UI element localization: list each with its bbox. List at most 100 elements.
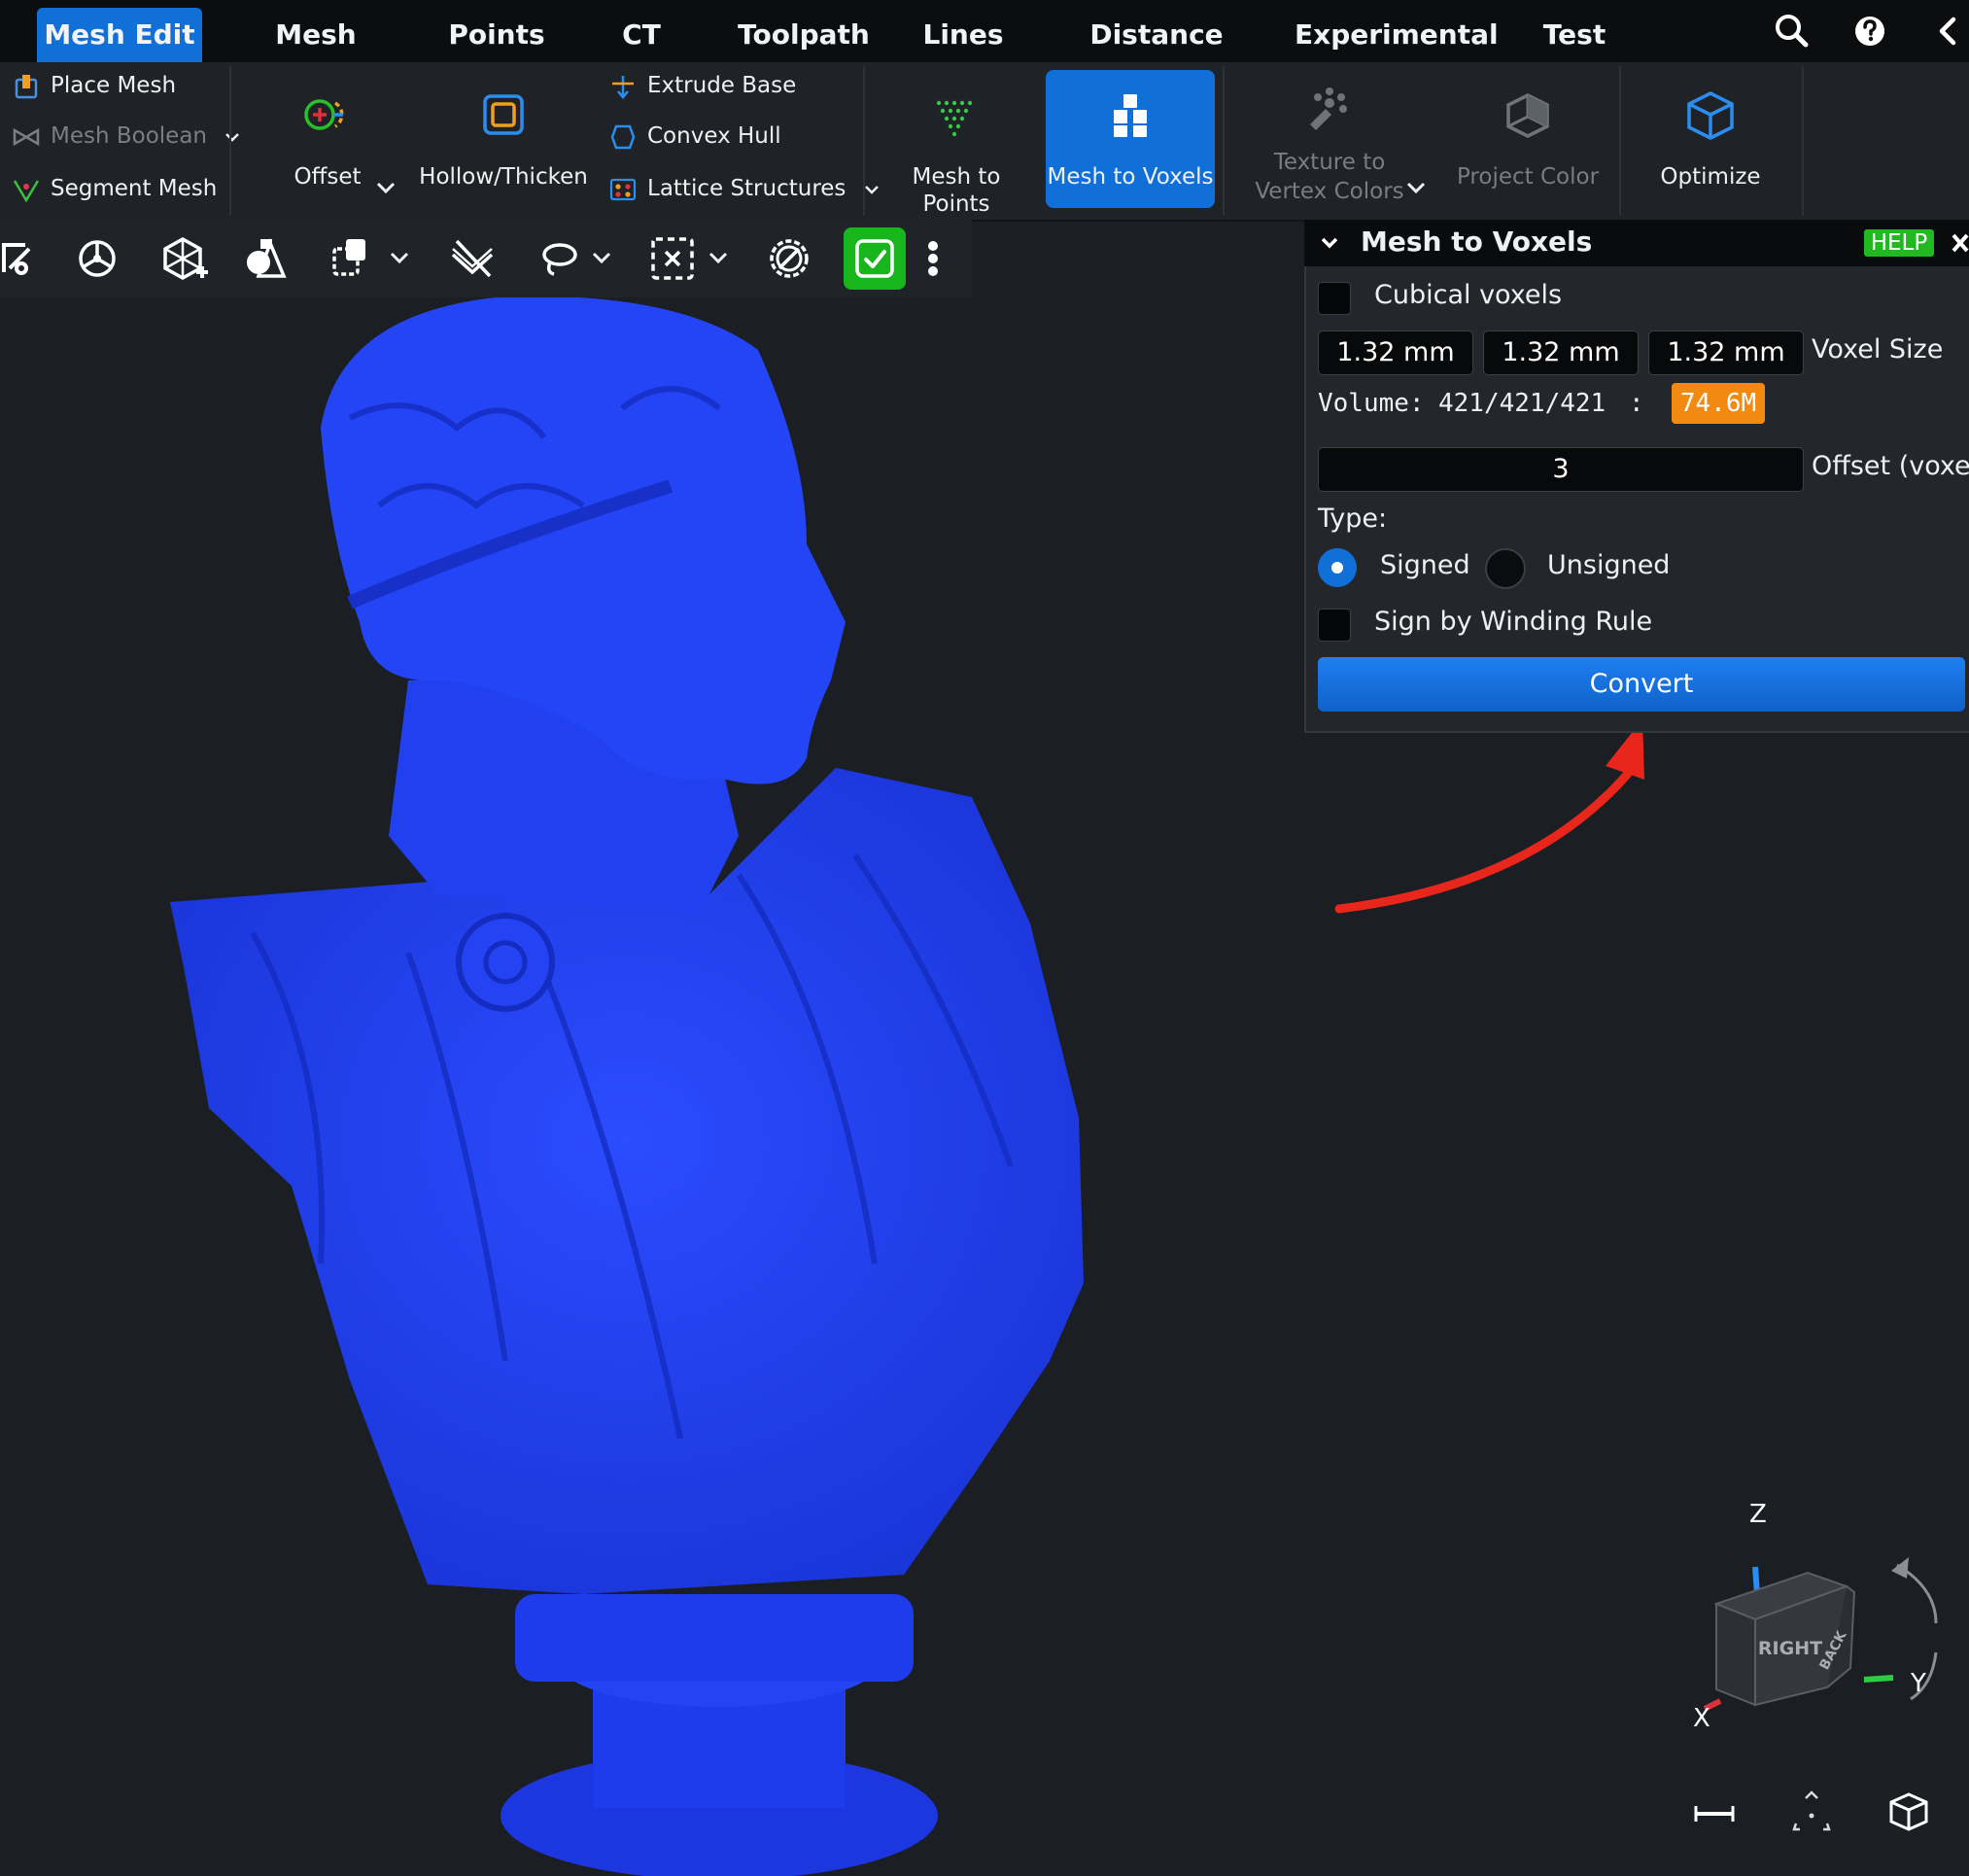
sign-by-winding-rule-checkbox[interactable] — [1318, 608, 1351, 642]
bust-mesh-model[interactable] — [0, 297, 1302, 1876]
offset-icon — [304, 99, 344, 130]
primitives-shapes-icon[interactable] — [237, 229, 295, 288]
mesh-boolean-icon — [13, 127, 40, 146]
lasso-chevron-down-icon[interactable] — [589, 245, 614, 270]
convert-button[interactable]: Convert — [1318, 657, 1965, 712]
mesh-to-points-icon — [936, 100, 973, 137]
orthographic-cube-icon[interactable] — [1885, 1789, 1932, 1835]
axis-z-label: Z — [1749, 1500, 1767, 1529]
offset-chevron-down-icon[interactable] — [373, 175, 398, 200]
signed-radio[interactable] — [1318, 548, 1357, 587]
hide-visibility-icon[interactable] — [443, 229, 501, 288]
duplicate-object-icon[interactable] — [325, 229, 383, 288]
clear-selection-icon[interactable] — [760, 229, 818, 288]
volume-separator: : — [1629, 389, 1644, 418]
project-color-cube-icon — [1506, 93, 1549, 138]
tab-test[interactable]: Test — [1536, 8, 1613, 62]
mesh-to-voxels-button[interactable]: Mesh to Voxels — [1046, 70, 1215, 208]
offset-button[interactable]: Offset — [274, 70, 381, 208]
axis-y-label: Y — [1910, 1669, 1926, 1698]
extrude-base-button[interactable]: Extrude Base — [608, 64, 796, 107]
texture-chevron-down-icon[interactable] — [1403, 175, 1429, 200]
segment-mesh-button[interactable]: Segment Mesh — [12, 167, 217, 210]
convex-hull-icon — [610, 124, 636, 149]
help-circle-icon[interactable] — [1848, 10, 1891, 52]
ribbon-divider — [1223, 66, 1225, 216]
box-deselect-icon[interactable] — [643, 229, 702, 288]
voxel-size-label: Voxel Size — [1812, 334, 1944, 365]
voxel-size-y-input[interactable]: 1.32 mm — [1483, 330, 1639, 375]
texture-brush-icon — [1310, 87, 1347, 130]
texture-to-vertex-colors-label-line1: Texture to — [1273, 150, 1386, 175]
voxel-size-x-input[interactable]: 1.32 mm — [1318, 330, 1473, 375]
convex-hull-button[interactable]: Convex Hull — [608, 115, 781, 157]
search-icon[interactable] — [1771, 10, 1814, 52]
sign-by-winding-rule-label: Sign by Winding Rule — [1374, 607, 1653, 637]
ribbon-divider — [229, 66, 231, 216]
cubical-voxels-checkbox[interactable] — [1318, 282, 1351, 315]
rotate-view-icon[interactable] — [68, 229, 126, 288]
tab-mesh-edit[interactable]: Mesh Edit — [37, 8, 202, 62]
panel-collapse-chevron-icon[interactable] — [1318, 231, 1341, 255]
close-icon[interactable] — [1950, 231, 1969, 255]
ribbon-divider — [863, 66, 865, 216]
tab-ct[interactable]: CT — [603, 8, 680, 62]
lasso-select-icon[interactable] — [531, 229, 589, 288]
segment-mesh-label: Segment Mesh — [51, 176, 218, 201]
tab-lines[interactable]: Lines — [914, 8, 1013, 62]
box-select-chevron-down-icon[interactable] — [706, 245, 731, 270]
cubical-voxels-label: Cubical voxels — [1374, 280, 1563, 310]
optimize-label: Optimize — [1660, 164, 1761, 190]
annotation-arrow — [1334, 719, 1644, 914]
texture-to-vertex-colors-button[interactable]: Texture to Vertex Colors — [1250, 70, 1409, 208]
volume-label: Volume: — [1318, 389, 1425, 418]
help-button[interactable]: HELP — [1864, 229, 1934, 257]
optimize-button[interactable]: Optimize — [1635, 70, 1786, 208]
volume-total-badge: 74.6M — [1672, 383, 1765, 424]
ribbon-divider — [1802, 66, 1804, 216]
hollow-thicken-label: Hollow/Thicken — [419, 164, 588, 190]
duplicate-chevron-down-icon[interactable] — [387, 245, 412, 270]
volume-dimensions: 421/421/421 — [1438, 389, 1606, 418]
place-mesh-label: Place Mesh — [51, 73, 177, 98]
lattice-structures-icon — [609, 178, 637, 200]
ribbon-divider — [1619, 66, 1621, 216]
chevron-down-icon[interactable] — [222, 126, 243, 148]
cube-face-right-label: RIGHT — [1758, 1638, 1822, 1659]
tab-toolpath[interactable]: Toolpath — [731, 8, 877, 62]
main-tab-bar: Mesh Edit Mesh Repair Points CT Toolpath… — [0, 0, 1969, 105]
mesh-to-points-button[interactable]: Mesh to Points — [879, 70, 1034, 217]
measure-ruler-icon[interactable] — [1691, 1794, 1738, 1833]
hollow-thicken-icon — [483, 94, 524, 135]
optimize-cube-icon — [1687, 91, 1734, 140]
edit-settings-icon[interactable] — [0, 229, 58, 288]
lattice-structures-button[interactable]: Lattice Structures — [608, 167, 882, 210]
place-mesh-icon — [15, 74, 38, 98]
place-mesh-button[interactable]: Place Mesh — [12, 64, 176, 107]
view-cube-gizmo[interactable]: Z X Y RIGHT BACK — [1681, 1497, 1963, 1750]
tab-mesh-repair[interactable]: Mesh Repair — [225, 8, 406, 105]
texture-to-vertex-colors-label-line2: Vertex Colors — [1255, 179, 1404, 204]
hollow-thicken-button[interactable]: Hollow/Thicken — [418, 70, 589, 208]
tab-points[interactable]: Points — [433, 8, 560, 62]
collapse-chevron-icon[interactable] — [1926, 10, 1969, 52]
voxels-cubes-icon — [1112, 92, 1149, 139]
mesh-boolean-button[interactable]: Mesh Boolean — [12, 115, 243, 157]
lattice-structures-label: Lattice Structures — [647, 176, 846, 201]
fit-view-icon[interactable] — [1788, 1789, 1835, 1835]
offset-voxels-input[interactable]: 3 — [1318, 447, 1804, 492]
mesh-to-points-label: Mesh to Points — [912, 164, 1001, 217]
unsigned-label: Unsigned — [1547, 550, 1671, 580]
more-options-icon[interactable] — [914, 229, 952, 288]
confirm-selection-button[interactable] — [844, 227, 906, 290]
unsigned-radio[interactable] — [1485, 548, 1526, 589]
project-color-button[interactable]: Project Color — [1452, 70, 1604, 208]
signed-label: Signed — [1380, 550, 1470, 580]
add-mesh-icon[interactable] — [154, 229, 212, 288]
tab-distance-maps[interactable]: Distance Maps — [1059, 8, 1254, 105]
voxel-size-z-input[interactable]: 1.32 mm — [1648, 330, 1804, 375]
tab-experimental[interactable]: Experimental — [1295, 8, 1499, 62]
axis-x-label: X — [1693, 1704, 1710, 1733]
extrude-base-label: Extrude Base — [647, 73, 797, 98]
segment-mesh-icon — [13, 179, 40, 202]
